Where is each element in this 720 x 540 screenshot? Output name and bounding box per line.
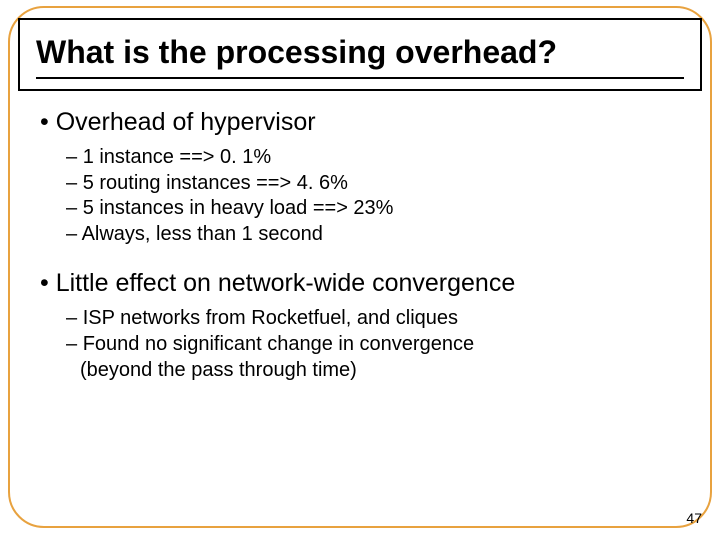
slide-title: What is the processing overhead? bbox=[36, 34, 684, 71]
sub-no-change-cont: (beyond the pass through time) bbox=[80, 358, 680, 384]
bullet-overhead: • Overhead of hypervisor bbox=[40, 108, 680, 137]
slide: What is the processing overhead? • Overh… bbox=[0, 0, 720, 540]
sub-5-heavy-text: 5 instances in heavy load ==> 23% bbox=[83, 197, 394, 219]
title-underline bbox=[36, 77, 684, 79]
sub-always-text: Always, less than 1 second bbox=[82, 223, 323, 245]
bullet-overhead-label: Overhead of hypervisor bbox=[56, 108, 316, 136]
sub-no-change-cont-text: (beyond the pass through time) bbox=[80, 359, 357, 381]
slide-content: • Overhead of hypervisor – 1 instance ==… bbox=[40, 108, 680, 383]
sub-isp: – ISP networks from Rocketfuel, and cliq… bbox=[66, 306, 680, 332]
bullet-convergence-label: Little effect on network-wide convergenc… bbox=[56, 269, 516, 297]
slide-number: 47 bbox=[686, 510, 702, 526]
sub-1-instance: – 1 instance ==> 0. 1% bbox=[66, 145, 680, 171]
sub-isp-text: ISP networks from Rocketfuel, and clique… bbox=[83, 307, 458, 329]
sub-always: – Always, less than 1 second bbox=[66, 222, 680, 248]
sub-5-routing-text: 5 routing instances ==> 4. 6% bbox=[83, 172, 348, 194]
sub-no-change-text: Found no significant change in convergen… bbox=[83, 333, 474, 355]
bullet-convergence: • Little effect on network-wide converge… bbox=[40, 269, 680, 298]
sub-no-change: – Found no significant change in converg… bbox=[66, 332, 680, 358]
title-box: What is the processing overhead? bbox=[18, 18, 702, 91]
sub-1-instance-text: 1 instance ==> 0. 1% bbox=[83, 146, 271, 168]
sub-5-heavy: – 5 instances in heavy load ==> 23% bbox=[66, 196, 680, 222]
sub-5-routing: – 5 routing instances ==> 4. 6% bbox=[66, 171, 680, 197]
